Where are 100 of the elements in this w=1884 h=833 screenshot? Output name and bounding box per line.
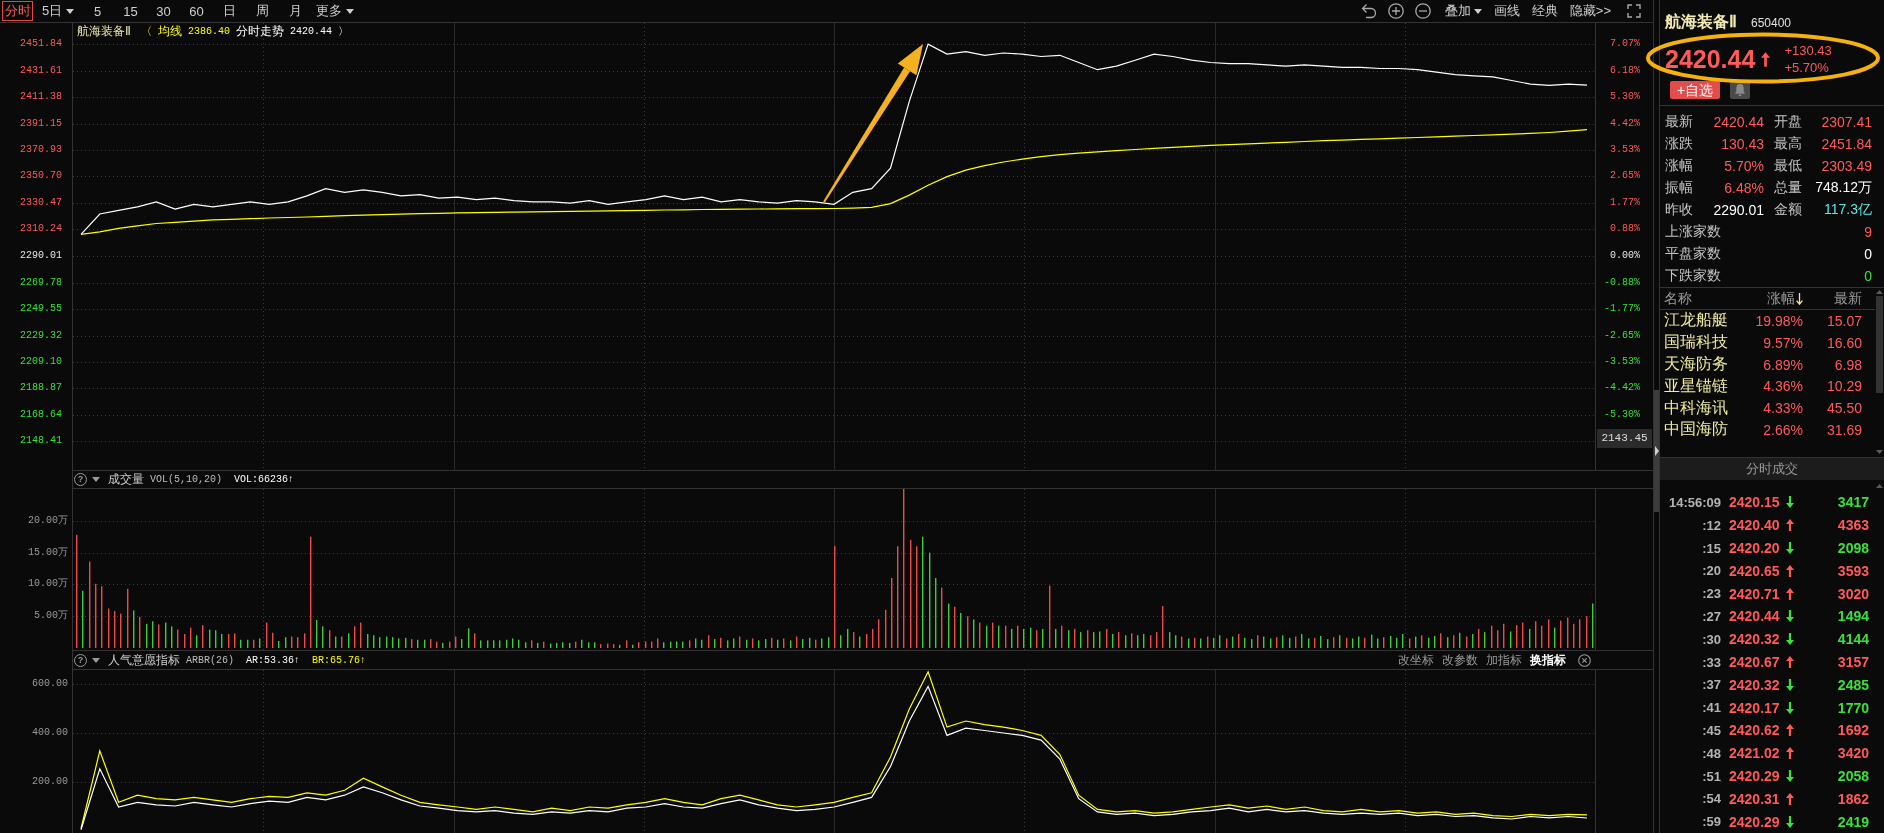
stat-label: 最新 [1665,113,1694,132]
trade-time: :37 [1701,677,1721,693]
column-header[interactable]: 最新 [1803,289,1862,308]
indicator-action[interactable]: 改参数 [1442,651,1478,669]
period-tab[interactable]: 日 [213,1,246,21]
trade-time: :59 [1701,814,1721,830]
percent-axis-label: 4.42% [1610,116,1640,131]
toolbar-button[interactable]: 隐藏>> [1563,1,1617,21]
period-tab[interactable]: 5日 [35,1,81,21]
trade-time: :48 [1701,745,1721,761]
trade-volume: 3593 [1836,562,1869,579]
next-arrow[interactable]: 〉 [338,23,350,39]
toolbar-button[interactable]: 经典 [1525,1,1564,21]
y-axis-label: 2188.87 [20,381,62,396]
indicator-reading: VOL:66236↑ [234,474,295,485]
trade-volume: 1862 [1836,790,1869,807]
period-tab[interactable]: 月 [279,1,312,21]
stat-value: 5.70% [1723,158,1764,175]
trade-price: 2420.29 [1729,813,1781,830]
trade-volume: 2485 [1836,676,1869,693]
chart-title: 航海装备Ⅱ [77,22,131,40]
indicator-action[interactable]: 加指标 [1486,651,1522,669]
y-axis-label: 600.00 [32,676,68,691]
zoom-out-icon[interactable] [1414,3,1431,19]
stock-name-cell[interactable]: 江龙船艇 [1664,310,1728,332]
period-tab[interactable]: 周 [246,1,279,21]
stock-name-cell[interactable]: 中国海防 [1664,419,1728,441]
trade-volume: 3417 [1836,494,1869,511]
stat-value: 2307.41 [1820,114,1872,131]
y-axis-label: 2290.01 [20,249,62,263]
close-icon[interactable] [1578,653,1591,667]
period-tab[interactable]: 60 [180,1,213,21]
change-cell: 9.57% [1763,334,1803,351]
stock-name: 航海装备Ⅱ [1665,12,1737,33]
change-cell: 2.66% [1763,421,1803,438]
y-axis-label: 2310.24 [20,222,62,237]
last-price: 2420.44 [1665,45,1756,74]
panel-handle[interactable] [1654,390,1659,512]
watchlist-button[interactable]: +自选 [1670,81,1720,100]
period-tab[interactable]: 30 [147,1,180,21]
trade-volume: 1692 [1836,722,1869,739]
y-axis-label: 2411.38 [20,90,62,104]
undo-icon[interactable] [1360,3,1377,19]
trade-time: :54 [1701,791,1721,807]
y-axis-label: 2370.93 [20,143,62,157]
stat-value: 6.48% [1723,180,1764,197]
y-axis-label: 20.00万 [28,513,68,528]
caret-icon[interactable] [92,477,100,482]
indicator-title: 成交量 [108,471,144,488]
stock-name-cell[interactable]: 国瑞科技 [1664,332,1728,354]
price-cell: 45.50 [1826,400,1862,417]
y-axis-label: 5.00万 [34,609,68,624]
previous-arrow[interactable]: 〈 [141,23,152,39]
toolbar-button[interactable]: 画线 [1487,1,1526,21]
caret-icon[interactable] [92,657,100,663]
trade-volume: 1494 [1836,608,1869,625]
stat-label: 涨幅 [1665,157,1694,176]
percent-axis-label: -2.65% [1604,328,1640,343]
fullscreen-icon[interactable] [1627,4,1641,18]
period-tab[interactable]: 15 [114,1,147,21]
indicator-params: ARBR(26) [186,654,234,666]
indicator-action[interactable]: 换指标 [1530,651,1566,669]
column-header[interactable]: 名称 [1664,289,1744,308]
percent-axis-label: 0.00% [1610,249,1640,263]
trade-volume: 1770 [1836,699,1869,716]
trade-price: 2420.32 [1729,631,1781,648]
period-tab[interactable]: 分时 [2,1,33,21]
stock-name-cell[interactable]: 天海防务 [1664,354,1728,376]
trade-price: 2420.31 [1729,790,1781,807]
y-axis-label: 2148.41 [20,434,62,449]
breadth-value: 9 [1863,224,1872,241]
trade-time: :45 [1701,722,1721,738]
indicator-action[interactable]: 改坐标 [1398,651,1434,669]
percent-axis-label: 7.07% [1610,37,1640,51]
stat-label: 振幅 [1665,179,1694,198]
y-axis-label: 15.00万 [28,545,68,560]
y-axis-label: 200.00 [32,775,68,789]
percent-axis-label: 2.65% [1610,169,1640,184]
zoom-in-icon[interactable] [1387,3,1404,19]
column-header[interactable]: 涨幅 [1744,289,1803,308]
stock-name-cell[interactable]: 亚星锚链 [1664,375,1728,397]
stat-label: 开盘 [1774,113,1803,132]
y-axis-label: 400.00 [32,725,68,740]
toolbar-button[interactable]: 叠加 [1438,1,1488,21]
scrollbar-thumb[interactable] [1876,296,1883,394]
percent-axis-label: 3.53% [1610,143,1640,157]
scroll-up-icon[interactable] [1876,484,1883,489]
legend-label: 分时走势 [236,22,284,40]
legend-label: 均线 [158,22,182,40]
period-tab[interactable]: 5 [81,1,114,21]
breadth-value: 0 [1863,246,1872,263]
period-tab[interactable]: 更多 [312,1,358,21]
trade-price: 2420.17 [1729,699,1781,716]
scroll-down-icon[interactable] [1876,450,1883,455]
stock-name-cell[interactable]: 中科海讯 [1664,397,1728,419]
trade-time: :20 [1701,563,1721,579]
stat-label: 涨跌 [1665,135,1694,154]
percent-axis-label: 0.88% [1610,222,1640,237]
change-cell: 19.98% [1755,312,1803,329]
y-axis-label: 2451.84 [20,37,62,51]
